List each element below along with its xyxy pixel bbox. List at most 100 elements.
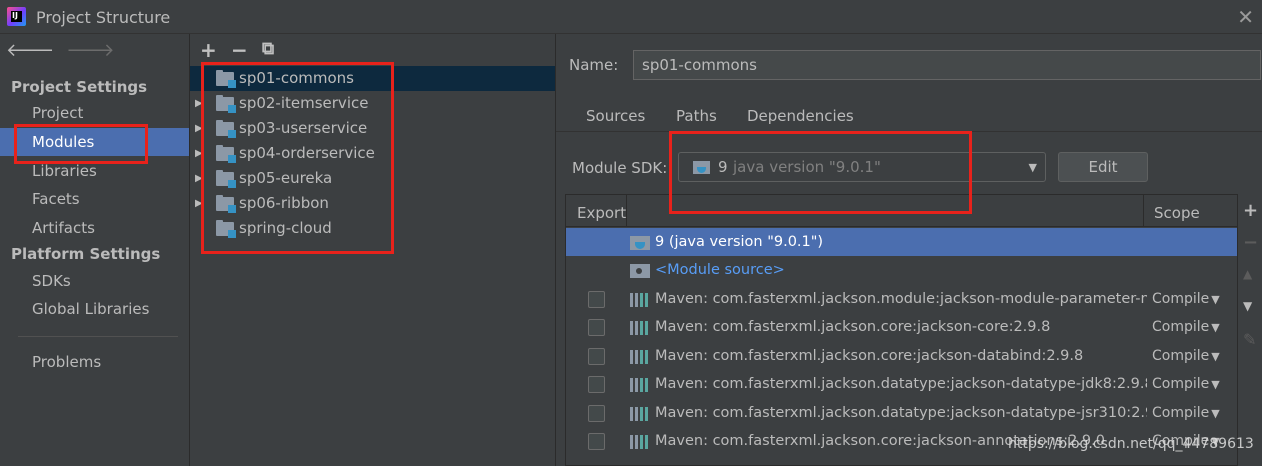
expand-arrow-icon[interactable]: ▶ bbox=[195, 116, 203, 141]
scope-select[interactable]: Compile ▼ bbox=[1152, 370, 1237, 399]
column-header-export[interactable]: Export bbox=[577, 204, 626, 222]
module-row-sp06-ribbon[interactable]: ▶ sp06-ribbon bbox=[190, 191, 555, 216]
scope-select[interactable]: Compile ▼ bbox=[1152, 399, 1237, 428]
chevron-down-icon: ▼ bbox=[1211, 321, 1220, 334]
module-folder-icon bbox=[216, 195, 236, 213]
scope-value: Compile bbox=[1152, 348, 1210, 364]
intellij-logo-icon: IJ bbox=[7, 7, 26, 26]
sidebar-item-problems[interactable]: Problems bbox=[0, 348, 189, 376]
forward-arrow-icon[interactable]: 🡒 bbox=[66, 40, 114, 61]
scope-value: Compile bbox=[1152, 291, 1210, 307]
expand-arrow-icon[interactable]: ▶ bbox=[195, 191, 203, 216]
module-folder-icon bbox=[216, 170, 236, 188]
title-bar: IJ Project Structure ✕ bbox=[0, 0, 1262, 34]
close-icon[interactable]: ✕ bbox=[1237, 5, 1254, 29]
table-row[interactable]: Maven: com.fasterxml.jackson.core:jackso… bbox=[566, 342, 1237, 371]
column-divider bbox=[626, 195, 627, 227]
module-sdk-select[interactable]: 9 java version "9.0.1" ▼ bbox=[678, 152, 1046, 182]
dependency-name: Maven: com.fasterxml.jackson.datatype:ja… bbox=[655, 405, 1147, 421]
window-title: Project Structure bbox=[36, 8, 171, 27]
module-row-sp04-orderservice[interactable]: ▶ sp04-orderservice bbox=[190, 141, 555, 166]
sidebar-item-global-libraries[interactable]: Global Libraries bbox=[0, 295, 189, 323]
export-checkbox[interactable] bbox=[588, 291, 605, 308]
module-name: spring-cloud bbox=[239, 219, 332, 237]
edit-dependency-icon[interactable]: ✎ bbox=[1243, 330, 1256, 349]
library-icon bbox=[630, 350, 650, 364]
scope-value: Compile bbox=[1152, 376, 1210, 392]
edit-sdk-button[interactable]: Edit bbox=[1058, 152, 1148, 182]
remove-icon[interactable]: − bbox=[231, 38, 248, 62]
scope-value: Compile bbox=[1152, 405, 1210, 421]
name-label: Name: bbox=[569, 56, 619, 74]
tab-paths[interactable]: Paths bbox=[676, 107, 717, 125]
expand-arrow-icon[interactable]: ▶ bbox=[195, 141, 203, 166]
copy-icon[interactable]: ⧉ bbox=[262, 39, 274, 59]
export-checkbox[interactable] bbox=[588, 405, 605, 422]
library-icon bbox=[630, 293, 650, 307]
module-folder-icon bbox=[216, 145, 236, 163]
scope-select[interactable]: Compile ▼ bbox=[1152, 313, 1237, 342]
tab-sources[interactable]: Sources bbox=[586, 107, 645, 125]
column-header-scope[interactable]: Scope bbox=[1154, 204, 1200, 222]
table-row[interactable]: Maven: com.fasterxml.jackson.datatype:ja… bbox=[566, 399, 1237, 428]
module-tabs: Sources Paths Dependencies bbox=[556, 98, 1262, 132]
table-row[interactable]: Maven: com.fasterxml.jackson.core:jackso… bbox=[566, 313, 1237, 342]
add-icon[interactable]: + bbox=[200, 38, 217, 62]
module-row-spring-cloud[interactable]: spring-cloud bbox=[190, 216, 555, 241]
dependency-name: Maven: com.fasterxml.jackson.datatype:ja… bbox=[655, 376, 1147, 392]
export-checkbox[interactable] bbox=[588, 376, 605, 393]
sidebar-item-project[interactable]: Project bbox=[0, 99, 189, 127]
module-sdk-label: Module SDK: bbox=[572, 159, 668, 177]
dependency-name: 9 (java version "9.0.1") bbox=[655, 234, 824, 250]
dependencies-table: Export Scope 9 (java version "9.0.1") <M… bbox=[565, 194, 1238, 466]
sidebar-item-facets[interactable]: Facets bbox=[0, 185, 189, 213]
chevron-down-icon: ▼ bbox=[1211, 378, 1220, 391]
platform-settings-heading: Platform Settings bbox=[11, 245, 161, 263]
jdk-folder-icon bbox=[693, 161, 710, 174]
back-arrow-icon[interactable]: 🡐 bbox=[6, 40, 54, 61]
history-arrows: 🡐 🡒 bbox=[6, 40, 115, 61]
sidebar-item-artifacts[interactable]: Artifacts bbox=[0, 214, 189, 242]
sidebar-item-modules[interactable]: Modules bbox=[0, 128, 189, 156]
move-down-icon[interactable]: ▼ bbox=[1243, 299, 1252, 313]
add-dependency-icon[interactable]: + bbox=[1243, 200, 1258, 221]
chevron-down-icon: ▼ bbox=[1211, 350, 1220, 363]
export-checkbox[interactable] bbox=[588, 348, 605, 365]
table-row[interactable]: <Module source> bbox=[566, 256, 1237, 284]
module-name: sp01-commons bbox=[239, 69, 354, 87]
scope-select[interactable]: Compile ▼ bbox=[1152, 342, 1237, 371]
sidebar-item-libraries[interactable]: Libraries bbox=[0, 157, 189, 185]
chevron-down-icon: ▼ bbox=[1211, 407, 1220, 420]
expand-arrow-icon[interactable]: ▶ bbox=[195, 166, 203, 191]
module-row-sp05-eureka[interactable]: ▶ sp05-eureka bbox=[190, 166, 555, 191]
tab-dependencies[interactable]: Dependencies bbox=[747, 107, 854, 125]
library-icon bbox=[630, 321, 650, 335]
scope-select[interactable]: Compile ▼ bbox=[1152, 285, 1237, 314]
dependency-name: Maven: com.fasterxml.jackson.core:jackso… bbox=[655, 319, 1051, 335]
sdk-version: 9 bbox=[718, 158, 728, 176]
sidebar-item-sdks[interactable]: SDKs bbox=[0, 267, 189, 295]
export-checkbox[interactable] bbox=[588, 319, 605, 336]
module-row-sp03-userservice[interactable]: ▶ sp03-userservice bbox=[190, 116, 555, 141]
library-icon bbox=[630, 407, 650, 421]
move-up-icon[interactable]: ▲ bbox=[1243, 267, 1252, 281]
export-checkbox[interactable] bbox=[588, 433, 605, 450]
project-settings-heading: Project Settings bbox=[11, 78, 148, 96]
table-row[interactable]: Maven: com.fasterxml.jackson.module:jack… bbox=[566, 285, 1237, 314]
module-name: sp06-ribbon bbox=[239, 194, 329, 212]
scope-value: Compile bbox=[1152, 319, 1210, 335]
expand-arrow-icon[interactable]: ▶ bbox=[195, 91, 203, 116]
module-row-sp02-itemservice[interactable]: ▶ sp02-itemservice bbox=[190, 91, 555, 116]
module-row-sp01-commons[interactable]: sp01-commons bbox=[190, 66, 555, 91]
table-row[interactable]: Maven: com.fasterxml.jackson.datatype:ja… bbox=[566, 370, 1237, 399]
module-name: sp04-orderservice bbox=[239, 144, 375, 162]
sidebar-divider bbox=[18, 336, 178, 337]
settings-sidebar: 🡐 🡒 Project Settings Project Modules Libr… bbox=[0, 34, 190, 466]
library-icon bbox=[630, 435, 650, 449]
remove-dependency-icon[interactable]: − bbox=[1243, 232, 1258, 253]
module-name: sp05-eureka bbox=[239, 169, 333, 187]
dependency-name: Maven: com.fasterxml.jackson.module:jack… bbox=[655, 291, 1147, 307]
module-name-input[interactable] bbox=[633, 50, 1261, 80]
chevron-down-icon: ▼ bbox=[1028, 161, 1037, 174]
table-row[interactable]: 9 (java version "9.0.1") bbox=[566, 228, 1237, 256]
